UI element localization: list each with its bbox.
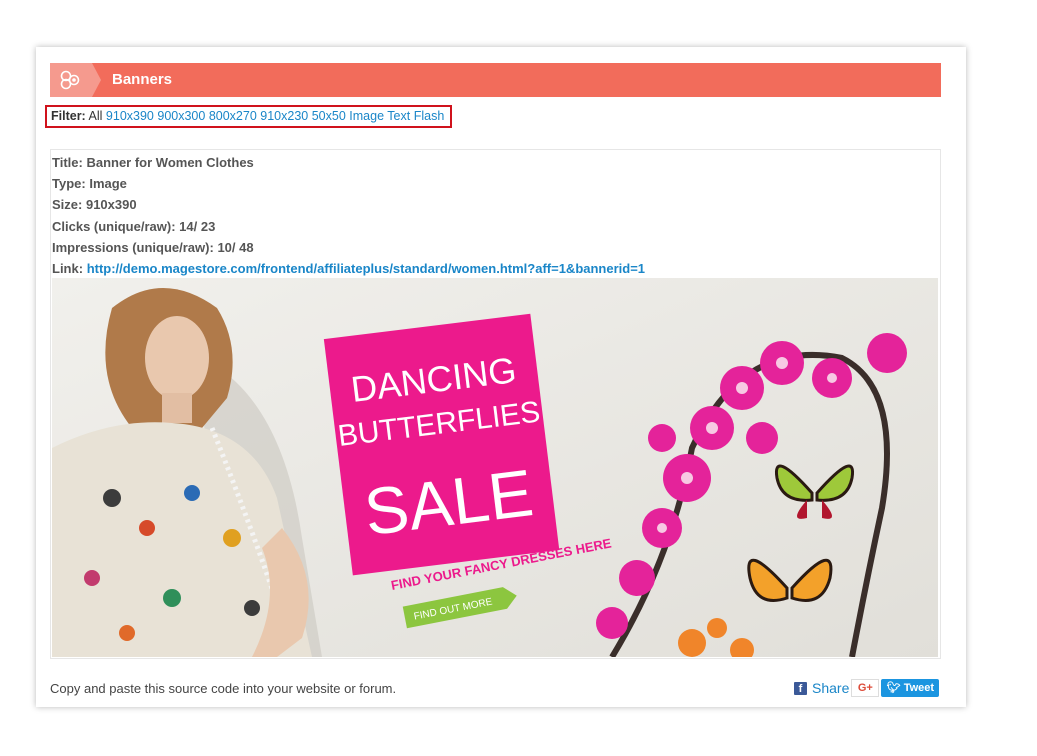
banner-item: Title: Banner for Women Clothes Type: Im… xyxy=(50,149,941,659)
banner-size-row: Size: 910x390 xyxy=(52,194,645,215)
tweet-label: Tweet xyxy=(903,682,935,694)
banner-impressions-row: Impressions (unique/raw): 10/ 48 xyxy=(52,237,645,258)
panel-title: Banners xyxy=(112,71,173,88)
banner-clicks: 14/ 23 xyxy=(179,218,216,234)
filter-text[interactable]: Text xyxy=(387,109,410,123)
title-label: Title: xyxy=(52,155,83,170)
banner-title: Banner for Women Clothes xyxy=(86,155,254,170)
sale-box: DANCING BUTTERFLIES SALE xyxy=(323,313,560,576)
filter-910x390[interactable]: 910x390 xyxy=(106,109,154,123)
facebook-share-link[interactable]: Share xyxy=(812,680,849,696)
banner-impressions: 10/ 48 xyxy=(217,239,254,255)
twitter-icon: 🐦︎ xyxy=(886,682,901,694)
banner-artwork: DANCING BUTTERFLIES SALE FIND YOUR FANCY… xyxy=(52,278,938,657)
clicks-label: Clicks (unique/raw): xyxy=(52,218,176,234)
banner-link[interactable]: http://demo.magestore.com/frontend/affil… xyxy=(87,261,645,276)
facebook-icon[interactable]: f xyxy=(794,681,807,695)
banner-filter: Filter: All 910x390 900x300 800x270 910x… xyxy=(45,105,453,128)
filter-800x270[interactable]: 800x270 xyxy=(209,109,257,123)
filter-all[interactable]: All xyxy=(89,109,103,123)
filter-900x300[interactable]: 900x300 xyxy=(157,109,205,123)
share-bar: f Share G+ 🐦︎ Tweet xyxy=(794,678,940,698)
filter-image[interactable]: Image xyxy=(349,109,384,123)
banner-meta: Title: Banner for Women Clothes Type: Im… xyxy=(52,152,645,279)
impressions-label: Impressions (unique/raw): xyxy=(52,239,214,255)
panel-header: Banners xyxy=(50,63,941,97)
banner-clicks-row: Clicks (unique/raw): 14/ 23 xyxy=(52,216,645,237)
banner-type: Image xyxy=(89,176,127,192)
banner-size: 910x390 xyxy=(85,197,137,213)
banners-icon xyxy=(50,63,101,97)
banner-title-row: Title: Banner for Women Clothes xyxy=(52,152,645,173)
banner-image[interactable]: DANCING BUTTERFLIES SALE FIND YOUR FANCY… xyxy=(52,278,938,657)
filter-50x50[interactable]: 50x50 xyxy=(312,109,346,123)
google-plus-button[interactable]: G+ xyxy=(851,679,880,697)
filter-label: Filter: xyxy=(51,109,86,123)
tweet-button[interactable]: 🐦︎ Tweet xyxy=(881,679,940,697)
banners-panel: Banners Filter: All 910x390 900x300 800x… xyxy=(36,47,966,707)
embed-instructions: Copy and paste this source code into you… xyxy=(50,681,397,696)
banner-type-row: Type: Image xyxy=(52,173,645,194)
banner-link-row: Link: http://demo.magestore.com/frontend… xyxy=(52,258,645,279)
type-label: Type: xyxy=(52,176,86,192)
filter-910x230[interactable]: 910x230 xyxy=(260,109,308,123)
link-label: Link: xyxy=(52,260,84,276)
size-label: Size: xyxy=(52,197,83,213)
filter-flash[interactable]: Flash xyxy=(414,109,445,123)
